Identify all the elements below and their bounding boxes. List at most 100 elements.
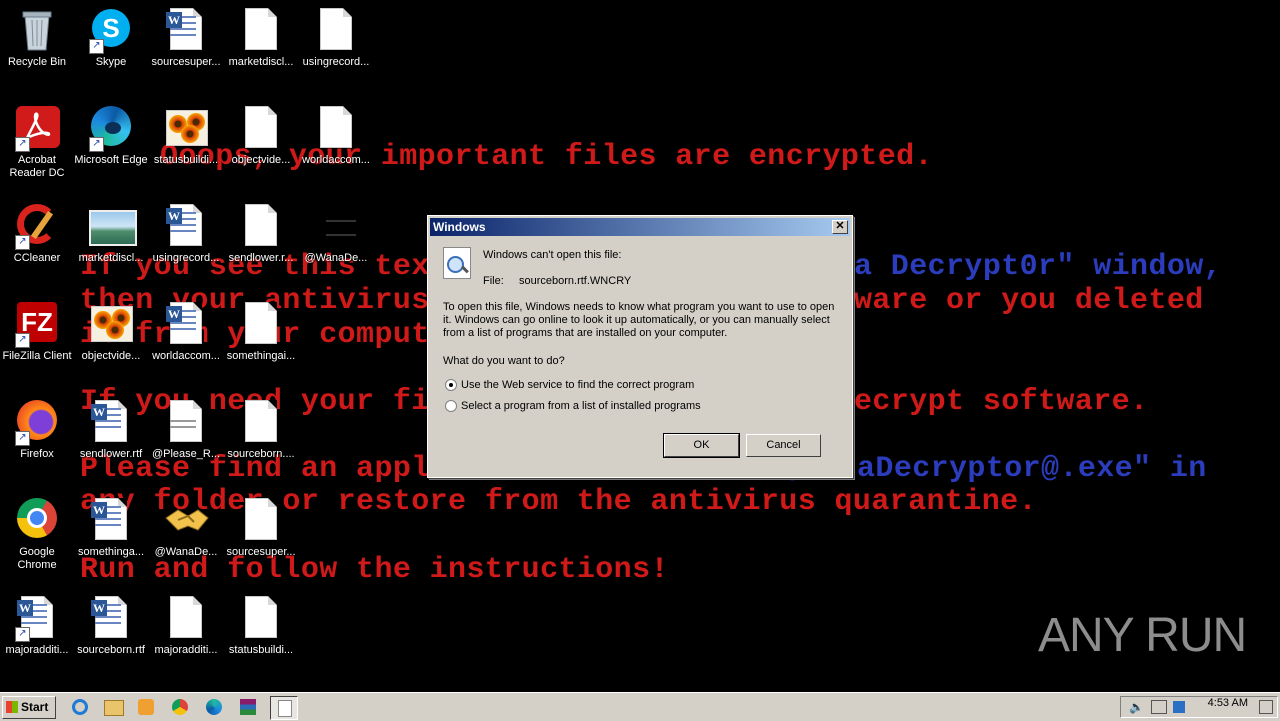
start-button[interactable]: Start: [2, 696, 56, 719]
taskbar: Start 🔈 4:53 AM: [0, 692, 1280, 721]
desktop-icon-worldaccom2[interactable]: W worldaccom...: [149, 300, 223, 363]
desktop-icon-ccleaner[interactable]: ↗ CCleaner: [0, 202, 74, 265]
word-document-icon: W: [162, 6, 210, 54]
desktop-icon-sourcesuper2[interactable]: sourcesuper...: [224, 496, 298, 559]
start-label: Start: [21, 700, 49, 714]
winrar-icon[interactable]: [238, 697, 258, 717]
skype-icon: S ↗: [87, 6, 135, 54]
icon-label: sendlower.r...: [228, 252, 294, 264]
icon-label: usingrecord...: [302, 56, 370, 68]
desktop-icon-sourceborn2[interactable]: W sourceborn.rtf: [74, 594, 148, 657]
desktop-icon-statusbuild2[interactable]: statusbuildi...: [224, 594, 298, 657]
internet-explorer-icon[interactable]: [70, 697, 90, 717]
chrome-taskbar-icon[interactable]: [170, 697, 190, 717]
desktop-icon-somethingai[interactable]: somethingai...: [224, 300, 298, 363]
volume-icon[interactable]: 🔈: [1129, 700, 1144, 714]
file-search-icon: [443, 247, 471, 279]
blank-file-icon: [237, 594, 285, 642]
icon-label: majoradditi...: [5, 644, 69, 656]
icon-label: objectvide...: [231, 154, 291, 166]
word-document-icon: W: [162, 202, 210, 250]
icon-label: Microsoft Edge: [74, 154, 148, 166]
anyrun-watermark: ANY RUN: [1038, 609, 1247, 662]
desktop-icon-somethinga[interactable]: W somethinga...: [74, 496, 148, 559]
blank-file-icon: [237, 496, 285, 544]
clock[interactable]: 4:53 AM: [1208, 696, 1248, 710]
desktop-icon-usingrecord1[interactable]: usingrecord...: [299, 6, 373, 69]
radio-web-service[interactable]: [445, 379, 457, 391]
desktop-icon-objectvide1[interactable]: objectvide...: [224, 104, 298, 167]
windows-logo-icon: [6, 701, 18, 713]
desktop-icon-sendlower1[interactable]: sendlower.r...: [224, 202, 298, 265]
desktop-icon-please-r[interactable]: @Please_R...: [149, 398, 223, 461]
handshake-icon: [162, 496, 210, 544]
desktop-icon-wanade1[interactable]: @WanaDe...: [299, 202, 373, 265]
cancel-button[interactable]: Cancel: [746, 434, 821, 457]
dialog-titlebar[interactable]: Windows ✕: [430, 218, 850, 236]
notepad-taskbar-button[interactable]: [270, 696, 298, 720]
shortcut-arrow-icon: ↗: [15, 627, 30, 642]
icon-label: statusbuildi...: [228, 644, 294, 656]
desktop-icon-statusbuild1[interactable]: statusbuildi...: [149, 104, 223, 167]
desktop-icon-sendlower2[interactable]: W sendlower.rtf: [74, 398, 148, 461]
icon-label: somethinga...: [77, 546, 145, 558]
desktop-icon-majoraddi1[interactable]: W ↗ majoradditi...: [0, 594, 74, 657]
icon-label: Firefox: [20, 448, 54, 460]
icon-label: CCleaner: [13, 252, 61, 264]
icon-label: marketdiscl...: [228, 56, 294, 68]
desktop-icon-worldaccom1[interactable]: worldaccom...: [299, 104, 373, 167]
desktop-icon-wanade2[interactable]: @WanaDe...: [149, 496, 223, 559]
shortcut-arrow-icon: ↗: [89, 137, 104, 152]
wanna-decryptor-icon: [312, 202, 360, 250]
icon-label: statusbuildi...: [153, 154, 219, 166]
shortcut-arrow-icon: ↗: [15, 431, 30, 446]
desktop-icon-objectvide2[interactable]: objectvide...: [74, 300, 148, 363]
blank-file-icon: [312, 6, 360, 54]
desktop-icon-skype[interactable]: S ↗ Skype: [74, 6, 148, 69]
media-player-icon[interactable]: [136, 697, 156, 717]
radio-installed-list[interactable]: [445, 400, 457, 412]
image-file-icon: [87, 202, 137, 250]
shortcut-arrow-icon: ↗: [15, 235, 30, 250]
word-document-icon: W: [87, 398, 135, 446]
dialog-title: Windows: [433, 220, 486, 234]
blank-file-icon: [237, 6, 285, 54]
icon-label: Acrobat Reader DC: [9, 154, 65, 179]
word-document-icon: W: [87, 496, 135, 544]
shortcut-arrow-icon: ↗: [15, 137, 30, 152]
chrome-icon: [13, 496, 61, 544]
desktop-icon-majoraddi2[interactable]: majoradditi...: [149, 594, 223, 657]
desktop-icon-filezilla[interactable]: FZ ↗ FileZilla Client: [0, 300, 74, 363]
ok-button[interactable]: OK: [663, 433, 740, 458]
radio-web-service-label[interactable]: Use the Web service to find the correct …: [461, 379, 694, 392]
desktop-icon-recycle-bin[interactable]: Recycle Bin: [0, 6, 74, 69]
desktop-icon-sourcesuper1[interactable]: W sourcesuper...: [149, 6, 223, 69]
icon-label: usingrecord...: [152, 252, 220, 264]
file-label: File:: [483, 275, 504, 287]
action-center-icon[interactable]: [1173, 701, 1185, 713]
desktop-icon-chrome[interactable]: Google Chrome: [0, 496, 74, 572]
desktop-icon-edge[interactable]: ↗ Microsoft Edge: [74, 104, 148, 167]
icon-label: worldaccom...: [302, 154, 370, 166]
edge-taskbar-icon[interactable]: [204, 697, 224, 717]
icon-label: Google Chrome: [17, 546, 57, 571]
close-button[interactable]: ✕: [832, 220, 848, 234]
show-desktop-icon[interactable]: [1259, 700, 1273, 714]
desktop-icon-acrobat[interactable]: ↗ Acrobat Reader DC: [0, 104, 74, 180]
desktop-icon-usingrecord2[interactable]: W usingrecord...: [149, 202, 223, 265]
word-document-icon: W ↗: [13, 594, 61, 642]
radio-installed-list-label[interactable]: Select a program from a list of installe…: [461, 400, 701, 413]
desktop-icon-firefox[interactable]: ↗ Firefox: [0, 398, 74, 461]
icon-label: @WanaDe...: [154, 546, 218, 558]
desktop-icon-sourceborn1[interactable]: sourceborn....: [224, 398, 298, 461]
network-icon[interactable]: [1151, 700, 1167, 714]
desktop-icon-marketdiscl1[interactable]: marketdiscl...: [224, 6, 298, 69]
text-file-icon: [162, 398, 210, 446]
icon-label: @Please_R...: [151, 448, 221, 460]
ransom-text-line: ecrypt software.: [854, 385, 1149, 419]
icon-label: sourceborn....: [227, 448, 295, 460]
shortcut-arrow-icon: ↗: [89, 39, 104, 54]
word-document-icon: W: [87, 594, 135, 642]
desktop-icon-marketdiscl2[interactable]: marketdiscl...: [74, 202, 148, 265]
file-explorer-icon[interactable]: [103, 697, 124, 717]
